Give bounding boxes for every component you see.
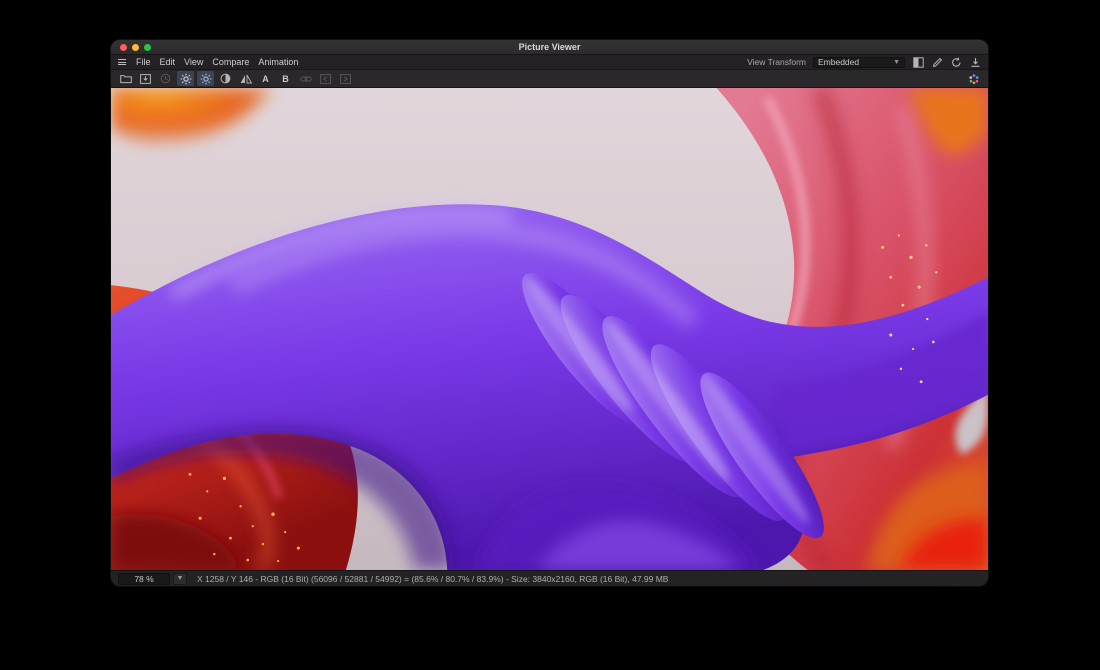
mirror-icon[interactable] xyxy=(237,71,254,86)
frame-forward-icon[interactable] xyxy=(337,71,354,86)
split-view-icon[interactable] xyxy=(912,56,924,68)
filter-gear-icon[interactable] xyxy=(197,71,214,86)
history-icon[interactable] xyxy=(157,71,174,86)
link-icon[interactable] xyxy=(297,71,314,86)
frame-back-icon[interactable] xyxy=(317,71,334,86)
reset-view-icon[interactable] xyxy=(950,56,962,68)
settings-gear-icon[interactable] xyxy=(177,71,194,86)
render-settings-icon[interactable] xyxy=(965,71,982,86)
rendered-image xyxy=(111,88,988,570)
menu-compare[interactable]: Compare xyxy=(212,57,249,67)
menu-bar: File Edit View Compare Animation View Tr… xyxy=(111,55,988,70)
edit-view-icon[interactable] xyxy=(931,56,943,68)
compare-b-button[interactable]: B xyxy=(277,71,294,86)
window-title: Picture Viewer xyxy=(111,42,988,52)
compare-a-button[interactable]: A xyxy=(257,71,274,86)
contrast-icon[interactable] xyxy=(217,71,234,86)
menu-view[interactable]: View xyxy=(184,57,203,67)
chevron-down-icon: ▼ xyxy=(893,59,900,66)
zoom-level-field[interactable]: 78 % xyxy=(118,573,170,585)
title-bar[interactable]: Picture Viewer xyxy=(111,40,988,55)
pixel-info-text: X 1258 / Y 146 - RGB (16 Bit) (56096 / 5… xyxy=(197,574,668,584)
hamburger-menu-icon[interactable] xyxy=(118,59,126,65)
open-folder-icon[interactable] xyxy=(117,71,134,86)
traffic-lights xyxy=(120,44,151,51)
menu-animation[interactable]: Animation xyxy=(258,57,298,67)
view-transform-dropdown[interactable]: Embedded ▼ xyxy=(813,57,905,68)
view-transform-label: View Transform xyxy=(747,57,806,67)
zoom-button[interactable] xyxy=(144,44,151,51)
close-button[interactable] xyxy=(120,44,127,51)
toolbar: A B xyxy=(111,70,988,88)
minimize-button[interactable] xyxy=(132,44,139,51)
menu-file[interactable]: File xyxy=(136,57,151,67)
export-view-icon[interactable] xyxy=(969,56,981,68)
picture-viewer-window: Picture Viewer File Edit View Compare An… xyxy=(111,40,988,586)
save-image-icon[interactable] xyxy=(137,71,154,86)
view-transform-value: Embedded xyxy=(818,57,859,67)
status-bar: 78 % ▼ X 1258 / Y 146 - RGB (16 Bit) (56… xyxy=(111,570,988,586)
zoom-dropdown-button[interactable]: ▼ xyxy=(173,573,187,585)
image-viewport[interactable] xyxy=(111,88,988,570)
menu-edit[interactable]: Edit xyxy=(160,57,176,67)
